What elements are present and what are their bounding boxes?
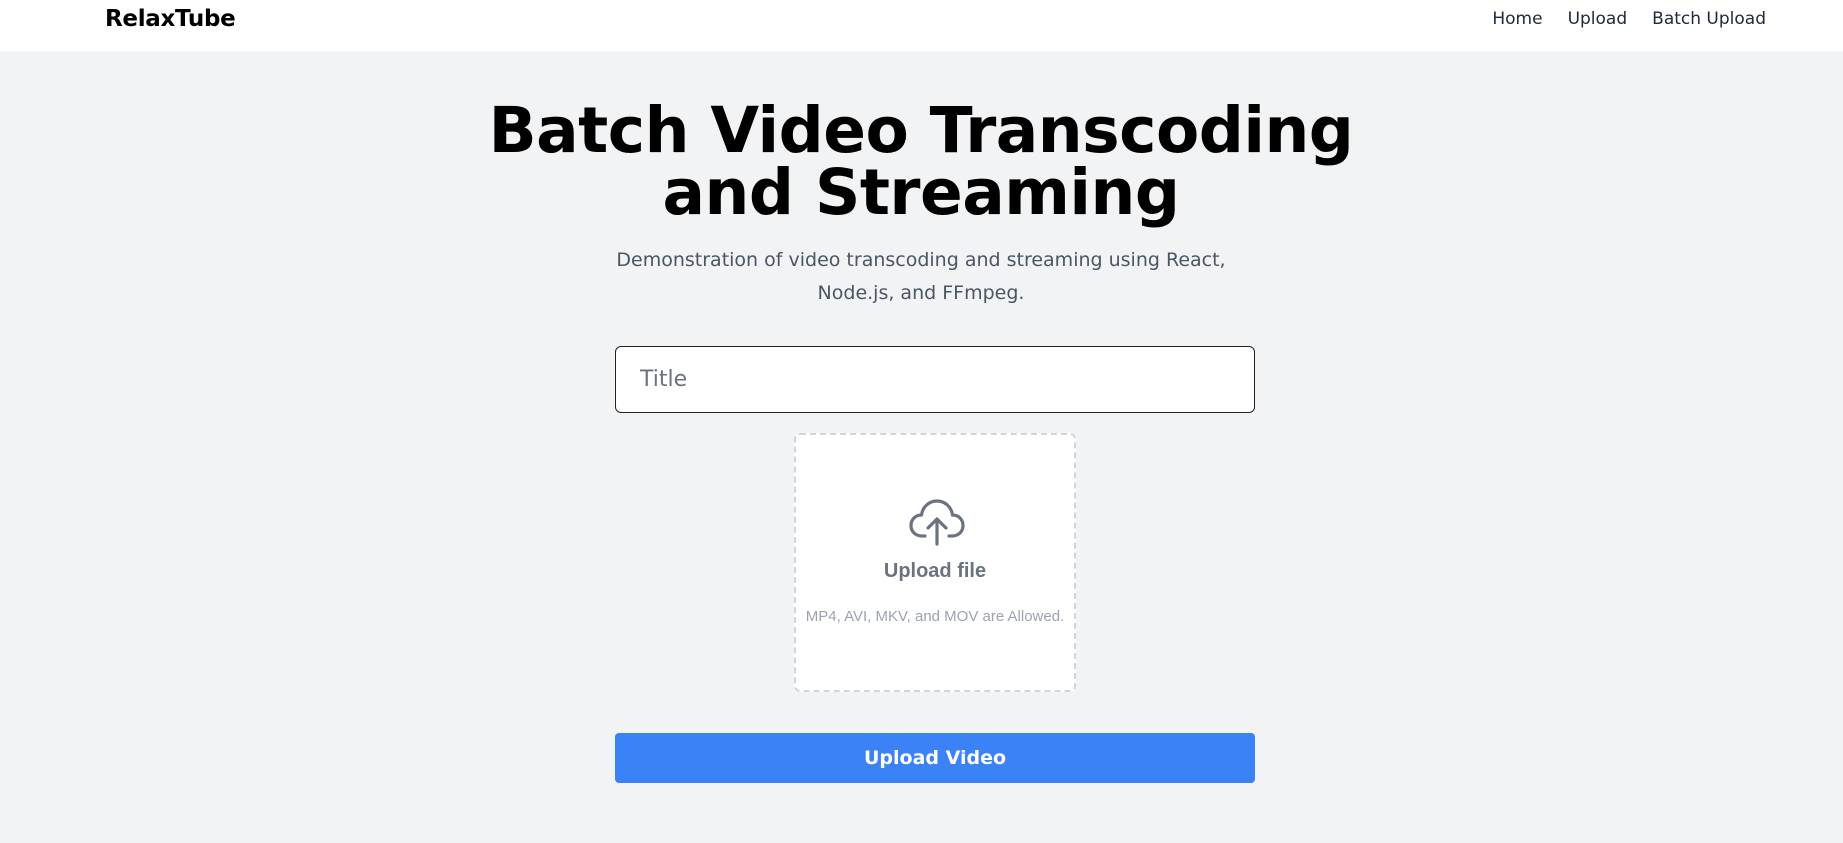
navbar: RelaxTube Home Upload Batch Upload [0, 0, 1843, 51]
dropzone-hint: MP4, AVI, MKV, and MOV are Allowed. [805, 608, 1065, 625]
nav-link-home[interactable]: Home [1492, 9, 1542, 29]
cloud-upload-icon [909, 499, 965, 546]
file-dropzone[interactable]: Upload file MP4, AVI, MKV, and MOV are A… [794, 433, 1076, 692]
page-title: Batch Video Transcoding and Streaming [488, 94, 1354, 229]
brand-logo[interactable]: RelaxTube [105, 6, 236, 32]
nav-link-upload[interactable]: Upload [1568, 9, 1628, 29]
upload-video-button[interactable]: Upload Video [615, 733, 1255, 783]
page-subtitle: Demonstration of video transcoding and s… [616, 249, 1226, 304]
nav-link-batch-upload[interactable]: Batch Upload [1652, 9, 1766, 29]
dropzone-title: Upload file [883, 560, 987, 582]
nav-links: Home Upload Batch Upload [1492, 9, 1766, 29]
title-input[interactable] [615, 346, 1255, 413]
